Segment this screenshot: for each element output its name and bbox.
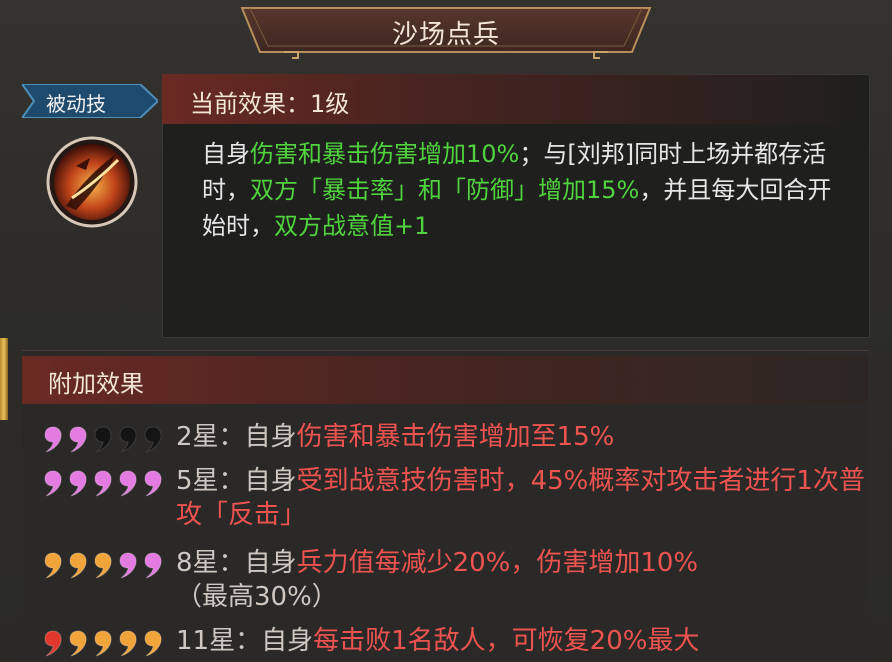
pink-star-icon <box>144 470 162 497</box>
star-icons <box>44 426 162 453</box>
star-rating <box>40 424 170 454</box>
orange-star-icon <box>94 552 112 579</box>
skill-detail-panel: 沙场点兵 被动技 当前效果：1级 自身伤害和暴击伤害增加10%；与[刘邦]同时上… <box>0 0 892 662</box>
pink-star-icon <box>69 470 87 497</box>
sword-slash-icon[interactable] <box>46 136 138 228</box>
desc-text: 自身 <box>202 140 250 168</box>
orange-star-icon <box>69 552 87 579</box>
star-level-label: 2星： <box>176 422 245 452</box>
current-effect-description: 自身伤害和暴击伤害增加10%；与[刘邦]同时上场并都存活时，双方「暴击率」和「防… <box>202 136 842 244</box>
pink-star-icon <box>119 552 137 579</box>
passive-skill-label: 被动技 <box>46 92 106 116</box>
star-level-label: 5星： <box>176 466 245 496</box>
orange-star-icon <box>94 630 112 657</box>
desc-highlight: 双方「暴击率」和「防御」增加15% <box>250 176 640 204</box>
additional-effects-header-bar <box>22 356 868 404</box>
pink-star-icon <box>144 552 162 579</box>
star-level-label: 8星： <box>176 548 245 578</box>
target-label: 自身 <box>244 422 297 452</box>
gold-edge-decoration <box>0 338 8 420</box>
pink-star-icon <box>69 426 87 453</box>
effect-note: （最高30%） <box>176 582 338 612</box>
star-rating <box>40 628 170 658</box>
additional-effects-header: 附加效果 <box>48 370 144 398</box>
orange-star-icon <box>69 630 87 657</box>
pink-star-icon <box>94 470 112 497</box>
orange-star-icon <box>119 630 137 657</box>
star-level-label: 11星： <box>176 626 262 656</box>
effect-text: 伤害和暴击伤害增加至15% <box>296 422 615 452</box>
orange-star-icon <box>144 630 162 657</box>
effect-text: 兵力值每减少20%，伤害增加10% <box>296 548 699 578</box>
star-icons <box>44 630 162 657</box>
target-label: 自身 <box>261 626 314 656</box>
effect-text: 每击败1名敌人，可恢复20%最大 <box>313 626 700 656</box>
star-rating <box>40 550 170 580</box>
desc-highlight: 双方战意值+1 <box>274 212 430 240</box>
pink-star-icon <box>119 470 137 497</box>
current-effect-header: 当前效果：1级 <box>190 90 350 118</box>
star-icons <box>44 470 162 497</box>
star-rating <box>40 468 170 498</box>
panel-title: 沙场点兵 <box>391 20 500 50</box>
red-star-icon <box>44 630 62 657</box>
black-star-icon <box>94 426 112 453</box>
pink-star-icon <box>44 470 62 497</box>
desc-highlight: 伤害和暴击伤害增加10% <box>250 140 520 168</box>
orange-star-icon <box>44 552 62 579</box>
star-icons <box>44 552 162 579</box>
black-star-icon <box>144 426 162 453</box>
target-label: 自身 <box>244 466 297 496</box>
black-star-icon <box>119 426 137 453</box>
target-label: 自身 <box>244 548 297 578</box>
pink-star-icon <box>44 426 62 453</box>
